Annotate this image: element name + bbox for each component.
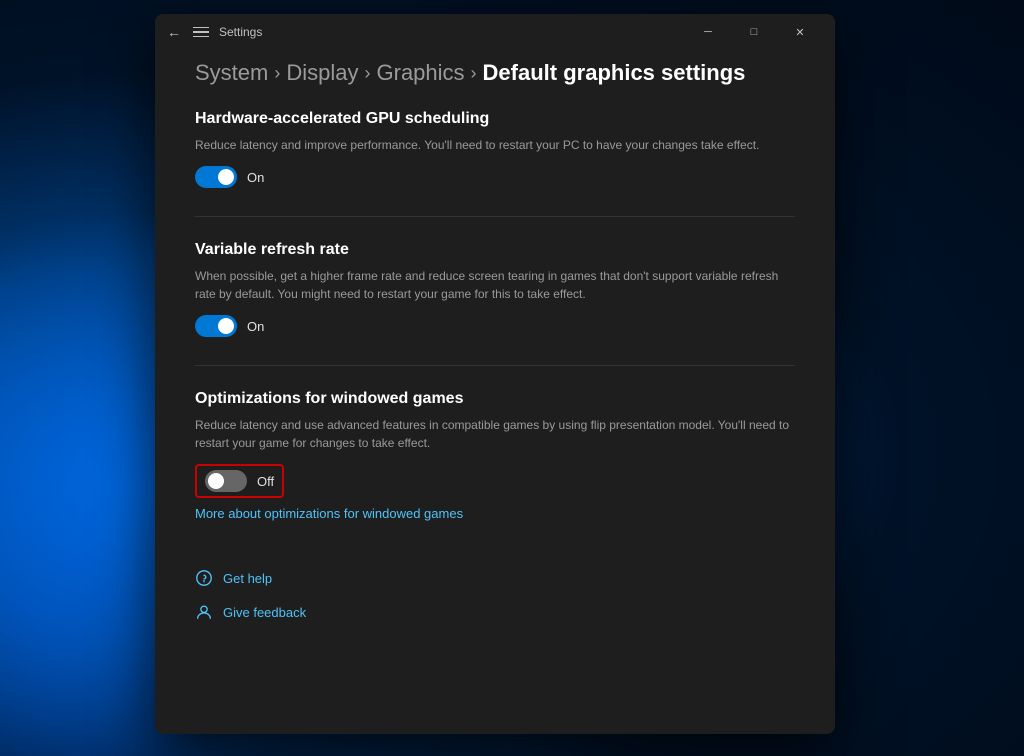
gpu-scheduling-toggle-thumb [218, 169, 234, 185]
variable-refresh-toggle-label: On [247, 319, 264, 334]
windowed-games-toggle-highlighted: Off [195, 464, 284, 498]
gpu-scheduling-toggle[interactable] [195, 166, 237, 188]
gpu-scheduling-toggle-row: On [195, 166, 795, 188]
divider-2 [195, 365, 795, 366]
gpu-scheduling-section: Hardware-accelerated GPU scheduling Redu… [195, 110, 795, 188]
breadcrumb: System › Display › Graphics › Default gr… [195, 60, 795, 86]
variable-refresh-title: Variable refresh rate [195, 241, 795, 259]
variable-refresh-toggle-row: On [195, 315, 795, 337]
maximize-button[interactable]: □ [731, 16, 777, 48]
gpu-scheduling-desc: Reduce latency and improve performance. … [195, 136, 795, 154]
windowed-games-toggle[interactable] [205, 470, 247, 492]
windowed-games-title: Optimizations for windowed games [195, 390, 795, 408]
title-bar-controls: ─ □ ✕ [685, 16, 823, 48]
variable-refresh-section: Variable refresh rate When possible, get… [195, 241, 795, 337]
windowed-games-desc: Reduce latency and use advanced features… [195, 416, 795, 452]
windowed-games-toggle-label: Off [257, 474, 274, 489]
get-help-icon [195, 569, 213, 587]
content-area: System › Display › Graphics › Default gr… [155, 50, 835, 734]
breadcrumb-display[interactable]: Display [286, 60, 358, 86]
title-bar: ← Settings ─ □ ✕ [155, 14, 835, 50]
footer-section: Get help Give feedback [195, 551, 795, 629]
breadcrumb-sep-2: › [365, 63, 371, 84]
variable-refresh-toggle-thumb [218, 318, 234, 334]
give-feedback-link[interactable]: Give feedback [195, 595, 795, 629]
windowed-games-section: Optimizations for windowed games Reduce … [195, 390, 795, 523]
get-help-label: Get help [223, 571, 272, 586]
breadcrumb-sep-1: › [274, 63, 280, 84]
give-feedback-icon [195, 603, 213, 621]
give-feedback-label: Give feedback [223, 605, 306, 620]
close-button[interactable]: ✕ [777, 16, 823, 48]
hamburger-button[interactable] [193, 27, 209, 38]
minimize-button[interactable]: ─ [685, 16, 731, 48]
variable-refresh-toggle[interactable] [195, 315, 237, 337]
get-help-link[interactable]: Get help [195, 561, 795, 595]
gpu-scheduling-title: Hardware-accelerated GPU scheduling [195, 110, 795, 128]
settings-window: ← Settings ─ □ ✕ System › Display › Grap… [155, 14, 835, 734]
breadcrumb-current: Default graphics settings [483, 60, 746, 86]
windowed-games-link[interactable]: More about optimizations for windowed ga… [195, 506, 463, 521]
windowed-games-toggle-row: Off [195, 464, 795, 498]
variable-refresh-desc: When possible, get a higher frame rate a… [195, 267, 795, 303]
title-bar-left: ← Settings [167, 24, 685, 40]
breadcrumb-sep-3: › [471, 63, 477, 84]
windowed-games-toggle-thumb [208, 473, 224, 489]
gpu-scheduling-toggle-label: On [247, 170, 264, 185]
breadcrumb-system[interactable]: System [195, 60, 268, 86]
divider-1 [195, 216, 795, 217]
breadcrumb-graphics[interactable]: Graphics [377, 60, 465, 86]
back-button[interactable]: ← [167, 24, 181, 40]
window-title: Settings [219, 25, 262, 39]
